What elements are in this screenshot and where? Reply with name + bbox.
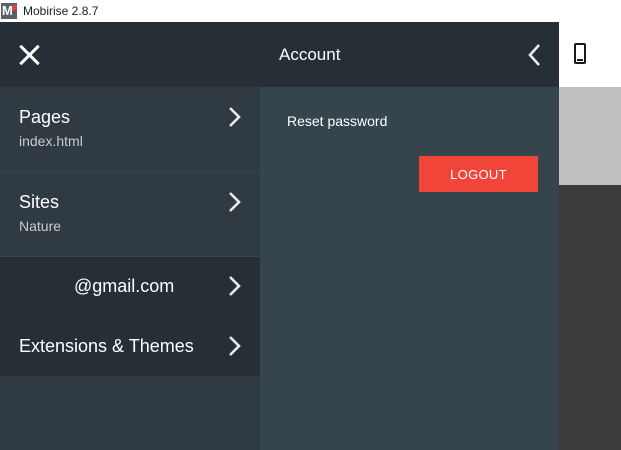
sidebar-item-sublabel: index.html (19, 133, 83, 149)
chevron-right-icon (229, 192, 241, 212)
sidebar-item-label: @gmail.com (74, 276, 175, 296)
window-title: Mobirise 2.8.7 (23, 4, 99, 18)
sidebar-item-label: Sites (19, 192, 60, 212)
sidebar-item-account[interactable]: @gmail.com (0, 257, 260, 317)
sidebar-item-label: Extensions & Themes (19, 336, 194, 356)
chevron-right-icon (229, 276, 241, 296)
sidebar-item-pages[interactable]: Pages index.html (0, 87, 260, 172)
sidebar-header (0, 22, 260, 87)
sidebar-item-label: Pages (19, 107, 71, 127)
close-icon[interactable] (17, 43, 41, 67)
window-titlebar: M Mobirise 2.8.7 (0, 0, 621, 22)
sidebar: Pages index.html Sites Nature @gmail.com… (0, 22, 260, 450)
panel-title: Account (279, 45, 341, 64)
chevron-right-icon (229, 336, 241, 356)
preview-content-area (559, 185, 621, 450)
chevron-right-icon (229, 107, 241, 127)
app-logo-icon: M (1, 3, 17, 19)
phone-icon[interactable] (574, 43, 586, 64)
logout-button[interactable]: LOGOUT (419, 156, 538, 192)
account-panel: Account Reset password LOGOUT (260, 22, 559, 450)
sidebar-item-sublabel: Nature (19, 218, 62, 234)
device-toolbar (559, 22, 621, 87)
reset-password-link[interactable]: Reset password (287, 113, 387, 129)
chevron-left-icon[interactable] (527, 43, 541, 67)
sidebar-item-extensions[interactable]: Extensions & Themes (0, 317, 260, 376)
account-panel-header: Account (260, 22, 559, 87)
preview-header-area (559, 87, 621, 185)
sidebar-item-sites[interactable]: Sites Nature (0, 172, 260, 257)
